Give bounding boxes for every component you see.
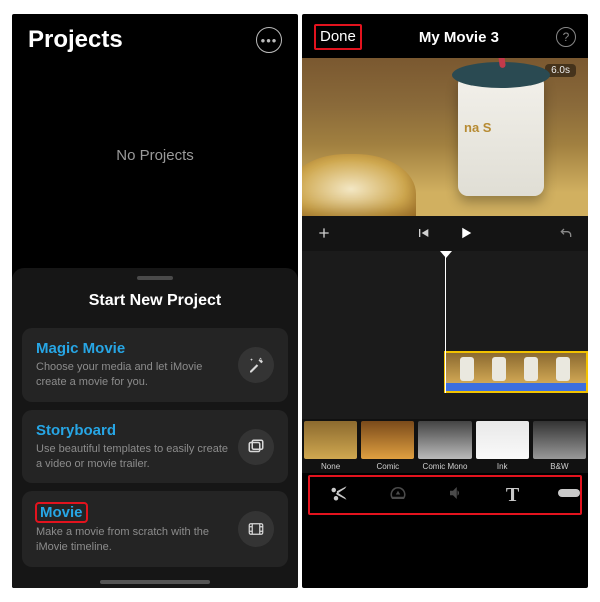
volume-icon: [447, 484, 465, 502]
tool-row: T: [308, 475, 582, 515]
filter-bw[interactable]: B&W: [531, 419, 588, 473]
undo-button[interactable]: [558, 225, 574, 246]
home-indicator: [100, 580, 210, 584]
projects-header: Projects •••: [12, 14, 298, 60]
option-title: Movie: [36, 503, 87, 522]
filter-ink[interactable]: Ink: [474, 419, 531, 473]
film-icon: [238, 511, 274, 547]
sheet-grabber[interactable]: [137, 276, 173, 280]
tool-volume[interactable]: [447, 484, 465, 507]
option-title-wrapper: Movie: [36, 503, 228, 525]
editor-header: Done My Movie 3 ?: [302, 14, 588, 58]
filter-strip: None Comic Comic Mono Ink B&W: [302, 419, 588, 473]
option-desc: Use beautiful templates to easily create…: [36, 442, 228, 472]
rewind-button[interactable]: [415, 225, 431, 246]
option-title: Storyboard: [36, 422, 228, 439]
sparkle-wand-icon: [238, 347, 274, 383]
filter-none[interactable]: None: [302, 419, 359, 473]
add-media-button[interactable]: [316, 225, 332, 246]
option-storyboard[interactable]: Storyboard Use beautiful templates to ea…: [22, 410, 288, 484]
new-project-sheet: Start New Project Magic Movie Choose you…: [12, 268, 298, 588]
filter-comic[interactable]: Comic: [359, 419, 416, 473]
option-desc: Make a movie from scratch with the iMovi…: [36, 525, 228, 555]
preview-graphic-cup: na S: [458, 76, 544, 196]
filter-comic-mono[interactable]: Comic Mono: [416, 419, 473, 473]
storyboard-icon: [238, 429, 274, 465]
transport-bar: [302, 216, 588, 251]
filter-label: Comic Mono: [423, 462, 468, 471]
projects-title: Projects: [28, 26, 123, 54]
question-icon: ?: [563, 30, 570, 44]
empty-state-label: No Projects: [116, 147, 194, 164]
help-button[interactable]: ?: [556, 27, 576, 47]
filter-label: B&W: [550, 462, 568, 471]
done-highlight: Done: [314, 24, 362, 50]
projects-screen: Projects ••• No Projects Start New Proje…: [12, 14, 298, 588]
option-desc: Choose your media and let iMovie create …: [36, 360, 228, 390]
tool-text[interactable]: T: [506, 484, 519, 507]
play-icon: [457, 224, 475, 242]
option-movie[interactable]: Movie Make a movie from scratch with the…: [22, 491, 288, 567]
play-button[interactable]: [457, 224, 475, 247]
plus-icon: [316, 225, 332, 241]
option-title: Magic Movie: [36, 340, 228, 357]
ellipsis-icon: •••: [261, 33, 278, 48]
audio-track: [446, 383, 586, 391]
video-clip[interactable]: [444, 351, 588, 393]
empty-state: No Projects: [12, 60, 298, 250]
scissors-icon: [330, 484, 348, 502]
more-menu-button[interactable]: •••: [256, 27, 282, 53]
skip-back-icon: [415, 225, 431, 241]
playhead[interactable]: [445, 255, 446, 393]
undo-icon: [558, 225, 574, 241]
preview-graphic-bowl: [302, 154, 416, 216]
video-preview[interactable]: 6.0s na S: [302, 58, 588, 216]
tool-speed[interactable]: [389, 484, 407, 507]
filter-label: Ink: [497, 462, 508, 471]
filter-label: None: [321, 462, 340, 471]
timeline[interactable]: [302, 251, 588, 419]
filter-label: Comic: [376, 462, 399, 471]
editor-screen: Done My Movie 3 ? 6.0s na S: [302, 14, 588, 588]
option-magic-movie[interactable]: Magic Movie Choose your media and let iM…: [22, 328, 288, 402]
tool-cut[interactable]: [330, 484, 348, 507]
sheet-title: Start New Project: [12, 292, 298, 310]
movie-title: My Movie 3: [419, 29, 499, 46]
done-button[interactable]: Done: [320, 28, 356, 45]
speedometer-icon: [389, 484, 407, 502]
project-type-options: Magic Movie Choose your media and let iM…: [12, 328, 298, 567]
